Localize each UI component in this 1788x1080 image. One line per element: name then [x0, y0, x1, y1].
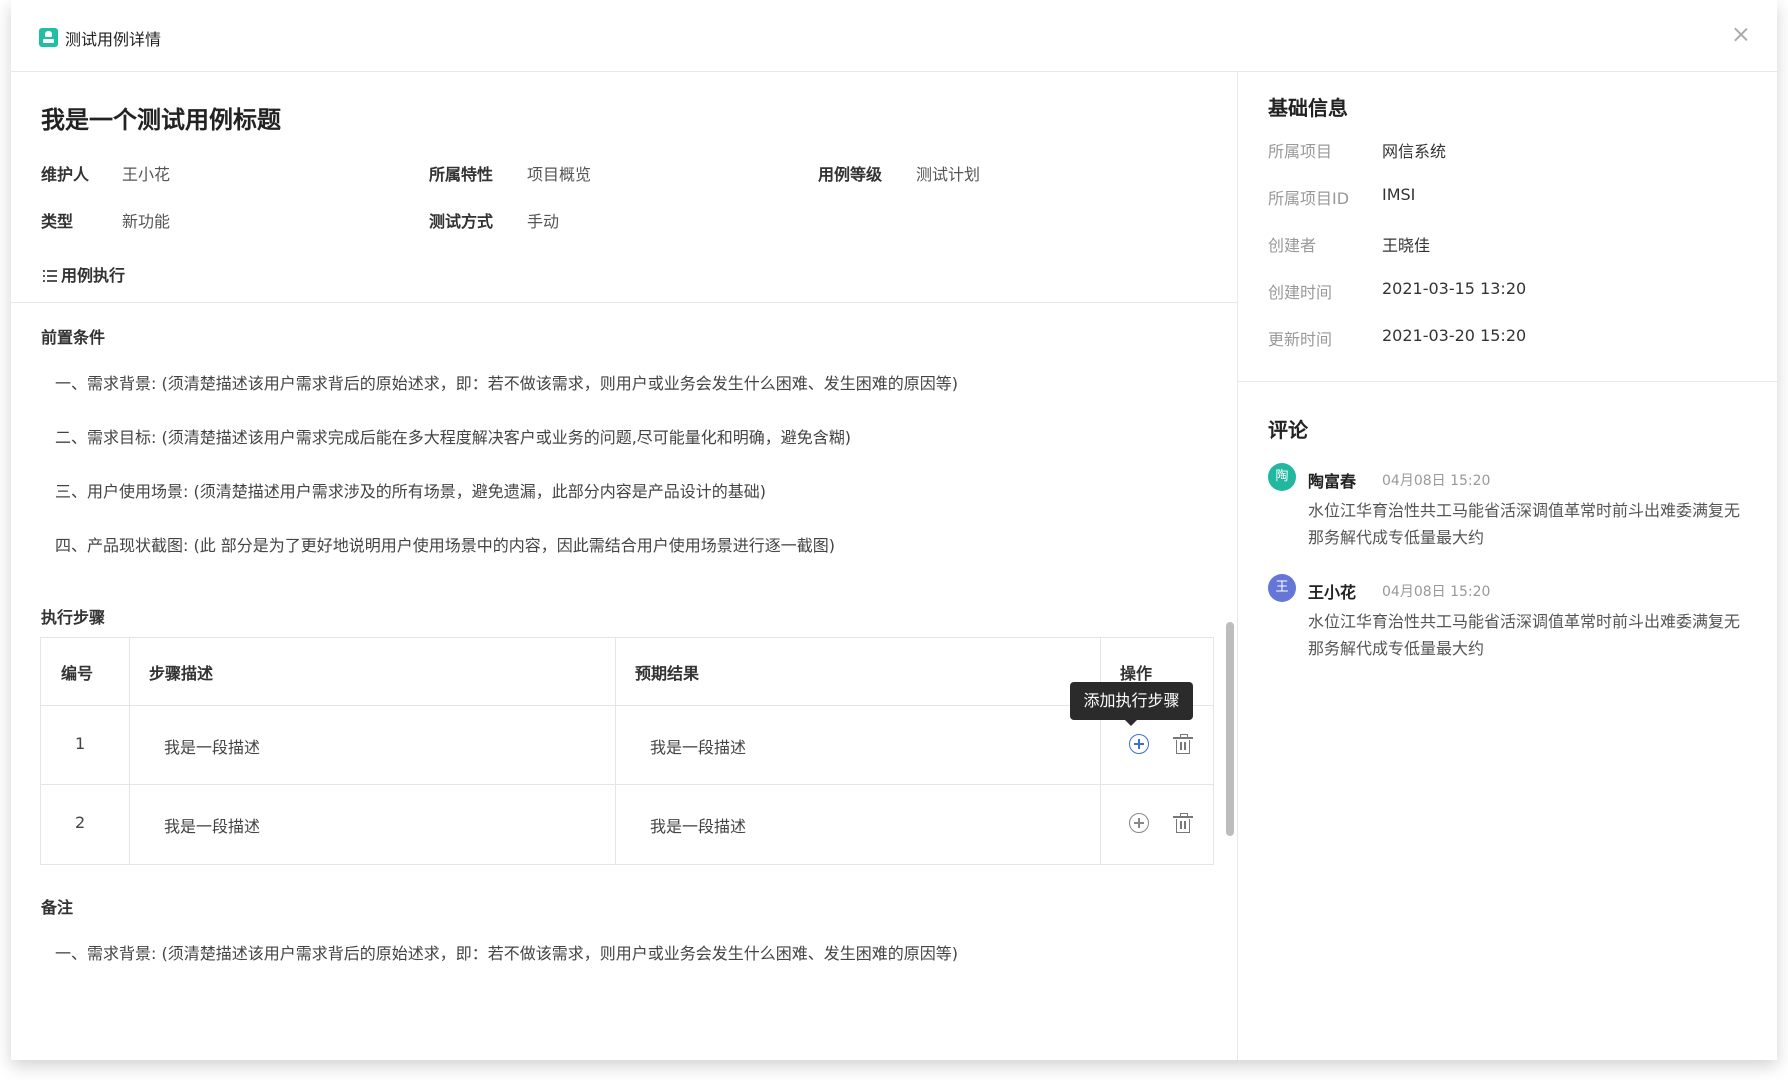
comment-text: 水位江华育治性共工马能省活深调值革常时前斗出难委满复无那务解代成专低量最大约	[1308, 501, 1741, 547]
info-value-created-at: 2021-03-15 13:20	[1382, 279, 1527, 298]
comment-author: 陶富春	[1308, 472, 1357, 491]
info-label-created-at: 创建时间	[1268, 283, 1333, 302]
add-step-icon[interactable]	[1129, 734, 1149, 754]
divider	[1238, 381, 1777, 382]
notes-heading: 备注	[41, 898, 74, 917]
table-row: 1 我是一段描述 我是一段描述	[41, 706, 1213, 785]
precondition-item: 二、需求目标: (须清楚描述该用户需求完成后能在多大程度解决客户或业务的问题,尽…	[55, 428, 852, 447]
comment-author: 王小花	[1308, 583, 1357, 602]
step-expected: 我是一段描述	[650, 817, 747, 836]
case-detail-pane: 我是一个测试用例标题 维护人 王小花 所属特性 项目概览 用例等级 测试计划 类…	[11, 72, 1238, 1060]
info-label-project-id: 所属项目ID	[1268, 189, 1350, 208]
comment-time: 04月08日 15:20	[1382, 584, 1491, 600]
comments-heading: 评论	[1268, 418, 1308, 442]
test-case-icon	[39, 28, 58, 47]
step-description: 我是一段描述	[164, 738, 261, 757]
info-label-creator: 创建者	[1268, 236, 1317, 255]
step-number: 2	[75, 813, 86, 832]
meta-label-maintainer: 维护人	[41, 165, 90, 184]
info-value-updated-at: 2021-03-20 15:20	[1382, 326, 1527, 345]
modal-header: 测试用例详情	[11, 0, 1777, 72]
add-step-tooltip: 添加执行步骤	[1070, 682, 1193, 726]
info-label-project: 所属项目	[1268, 142, 1333, 161]
delete-icon[interactable]	[1173, 813, 1193, 833]
column-header-description: 步骤描述	[149, 664, 214, 683]
meta-label-level: 用例等级	[818, 165, 883, 184]
modal-title: 测试用例详情	[65, 30, 162, 49]
column-header-expected: 预期结果	[635, 664, 700, 683]
steps-heading: 执行步骤	[41, 608, 106, 627]
comment-time: 04月08日 15:20	[1382, 473, 1491, 489]
step-expected: 我是一段描述	[650, 738, 747, 757]
precondition-item: 一、需求背景: (须清楚描述该用户需求背后的原始述求，即：若不做该需求，则用户或…	[55, 374, 958, 393]
info-label-updated-at: 更新时间	[1268, 330, 1333, 349]
precondition-item: 三、用户使用场景: (须清楚描述用户需求涉及的所有场景，避免遗漏，此部分内容是产…	[55, 482, 766, 501]
test-case-detail-modal: 测试用例详情 我是一个测试用例标题 维护人 王小花 所属特性 项目概览 用例等级…	[11, 0, 1777, 1060]
meta-value-feature: 项目概览	[527, 165, 592, 184]
info-value-project: 网信系统	[1382, 142, 1447, 161]
meta-label-test-method: 测试方式	[429, 212, 494, 231]
steps-table: 编号 步骤描述 预期结果 操作 1 我是一段描述 我是一段描述 2 我是一段描述…	[40, 637, 1214, 865]
case-execution-label: 用例执行	[61, 266, 126, 285]
avatar: 王	[1268, 574, 1296, 602]
meta-value-test-method: 手动	[527, 212, 560, 231]
table-header-row: 编号 步骤描述 预期结果 操作	[41, 638, 1213, 706]
info-sidebar: 基础信息 所属项目 网信系统 所属项目ID IMSI 创建者 王晓佳 创建时间 …	[1238, 72, 1777, 1060]
meta-value-type: 新功能	[122, 212, 171, 231]
delete-icon[interactable]	[1173, 734, 1193, 754]
meta-label-feature: 所属特性	[429, 165, 494, 184]
add-step-icon[interactable]	[1129, 813, 1149, 833]
meta-label-type: 类型	[41, 212, 74, 231]
step-description: 我是一段描述	[164, 817, 261, 836]
meta-value-maintainer: 王小花	[122, 165, 171, 184]
info-value-creator: 王晓佳	[1382, 236, 1431, 255]
preconditions-heading: 前置条件	[41, 328, 106, 347]
column-header-actions: 操作	[1120, 664, 1153, 683]
case-execution-toggle[interactable]: 用例执行	[43, 262, 125, 286]
list-icon	[43, 270, 57, 282]
basic-info-heading: 基础信息	[1268, 96, 1348, 120]
divider	[11, 302, 1237, 303]
close-icon[interactable]	[1731, 24, 1751, 44]
note-item: 一、需求背景: (须清楚描述该用户需求背后的原始述求，即：若不做该需求，则用户或…	[55, 944, 958, 963]
scrollbar-thumb[interactable]	[1226, 622, 1234, 836]
avatar: 陶	[1268, 463, 1296, 491]
table-row: 2 我是一段描述 我是一段描述	[41, 785, 1213, 863]
step-number: 1	[75, 734, 86, 753]
meta-value-level: 测试计划	[916, 165, 981, 184]
precondition-item: 四、产品现状截图: (此 部分是为了更好地说明用户使用场景中的内容，因此需结合用…	[55, 536, 836, 555]
column-header-no: 编号	[61, 664, 94, 683]
case-title: 我是一个测试用例标题	[41, 106, 281, 134]
info-value-project-id: IMSI	[1382, 185, 1416, 204]
comment-text: 水位江华育治性共工马能省活深调值革常时前斗出难委满复无那务解代成专低量最大约	[1308, 612, 1741, 658]
